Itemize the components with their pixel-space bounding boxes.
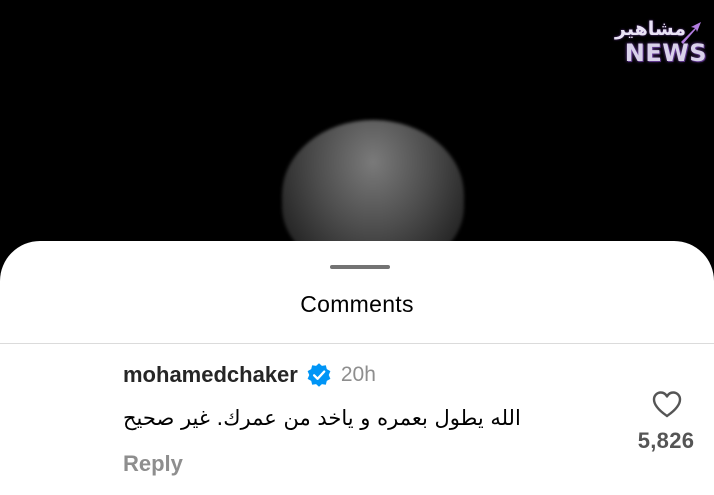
comment-text: الله يطول بعمره و ياخد من عمرك. غير صحيح bbox=[123, 406, 521, 430]
watermark-logo: مشاهير NEWS bbox=[615, 18, 707, 84]
comment-username[interactable]: mohamedchaker bbox=[123, 362, 298, 388]
comment-timestamp: 20h bbox=[340, 363, 376, 386]
reply-button[interactable]: Reply bbox=[123, 451, 183, 477]
arrow-logo-icon bbox=[681, 22, 701, 44]
like-count: 5,826 bbox=[637, 428, 695, 453]
drag-handle[interactable] bbox=[330, 265, 390, 269]
divider bbox=[0, 343, 714, 344]
comment-header: mohamedchaker 20h bbox=[123, 360, 376, 390]
heart-icon[interactable] bbox=[651, 389, 683, 419]
verified-badge-icon bbox=[307, 363, 331, 387]
sheet-title: Comments bbox=[300, 291, 414, 317]
comments-sheet: Comments mohamedchaker 20h الله يطول بعم… bbox=[0, 241, 714, 495]
